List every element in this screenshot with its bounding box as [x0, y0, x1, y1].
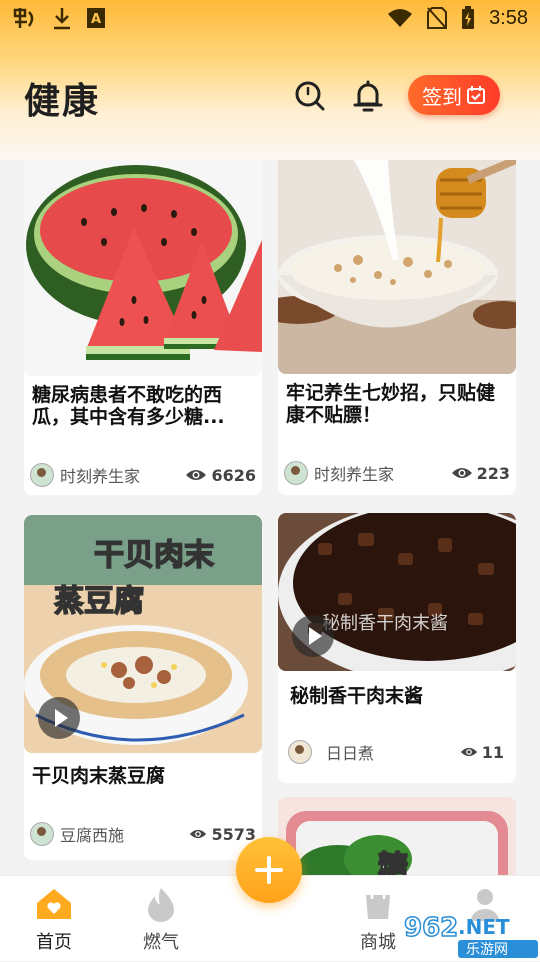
- a-box-icon: A: [87, 8, 105, 28]
- home-icon: [37, 889, 71, 919]
- view-count: 6626: [185, 466, 256, 485]
- wifi-icon: [388, 9, 413, 27]
- view-count: 223: [451, 464, 510, 483]
- nav-item-gas[interactable]: 燃气: [126, 886, 196, 954]
- avatar[interactable]: [288, 740, 312, 764]
- download-icon: [54, 8, 70, 30]
- author-name[interactable]: 日日煮: [326, 740, 374, 764]
- app-notification-icon: [13, 8, 34, 28]
- video-overlay-text: 干贝肉末: [94, 538, 214, 573]
- eye-icon: [190, 829, 207, 839]
- view-count-value: 223: [476, 463, 510, 483]
- avatar[interactable]: [30, 822, 54, 846]
- flame-icon: [148, 888, 174, 922]
- avatar[interactable]: [284, 461, 308, 485]
- card-video-tofu[interactable]: 干贝肉末 蒸豆腐: [24, 515, 262, 753]
- calendar-check-icon: [467, 86, 485, 104]
- check-in-label: 签到: [422, 84, 462, 109]
- avatar[interactable]: [30, 463, 54, 487]
- status-bar: A 3:58: [0, 0, 540, 38]
- card-image-greens[interactable]: 糖: [278, 797, 516, 875]
- battery-charging-icon: [462, 6, 475, 29]
- page-title: 健康: [24, 81, 101, 122]
- feed-card[interactable]: 干贝肉末 蒸豆腐 干贝肉末蒸豆腐 豆腐西施 5573: [24, 515, 262, 860]
- watermark-number: 962: [404, 913, 458, 943]
- add-button[interactable]: [236, 837, 302, 903]
- eye-icon: [451, 468, 472, 478]
- notification-button[interactable]: [348, 76, 388, 116]
- svg-text:A: A: [91, 12, 101, 27]
- card-title[interactable]: 干贝肉末蒸豆腐: [32, 765, 254, 787]
- play-button[interactable]: [292, 615, 334, 657]
- feed-card[interactable]: 牢记养生七妙招，只贴健康不贴膘！ 时刻养生家 223: [278, 150, 516, 495]
- card-meta: 日日煮 11: [288, 739, 504, 765]
- watermark-sitename: 乐游网: [466, 942, 508, 958]
- card-title[interactable]: 牢记养生七妙招，只贴健康不贴膘！: [286, 382, 508, 426]
- watermark-domain: .NET: [458, 915, 510, 939]
- search-icon: [295, 81, 325, 111]
- card-meta: 豆腐西施 5573: [30, 821, 256, 847]
- view-count: 11: [460, 743, 504, 762]
- bell-icon: [353, 80, 383, 112]
- site-watermark: 962 .NET 乐游网: [400, 910, 540, 958]
- author-name[interactable]: 时刻养生家: [314, 461, 394, 485]
- eye-icon: [186, 470, 207, 480]
- play-button[interactable]: [38, 697, 80, 739]
- check-in-button[interactable]: 签到: [408, 75, 500, 115]
- header: 健康 签到: [0, 60, 540, 140]
- card-meta: 时刻养生家 6626: [30, 462, 256, 488]
- eye-icon: [460, 747, 477, 757]
- plus-icon: [255, 856, 283, 884]
- author-name[interactable]: 时刻养生家: [60, 463, 140, 487]
- nav-item-home[interactable]: 首页: [19, 886, 89, 954]
- video-overlay-text: 糖: [378, 850, 408, 875]
- card-title[interactable]: 秘制香干肉末酱: [290, 685, 508, 707]
- no-sim-icon: [427, 7, 448, 29]
- search-button[interactable]: [290, 76, 330, 116]
- video-overlay-text: 秘制香干肉末酱: [322, 613, 448, 634]
- card-image-oatmeal[interactable]: [278, 150, 516, 374]
- nav-label: 首页: [36, 932, 72, 953]
- view-count: 5573: [189, 825, 256, 844]
- shopping-bag-icon: [366, 887, 390, 919]
- view-count-value: 6626: [211, 465, 256, 485]
- card-video-sauce[interactable]: 秘制香干肉末酱: [278, 513, 516, 671]
- feed-card[interactable]: 糖尿病患者不敢吃的西瓜，其中含有多少糖... 时刻养生家 6626: [24, 150, 262, 495]
- clock: 3:58: [489, 6, 528, 29]
- author-name[interactable]: 豆腐西施: [60, 822, 124, 846]
- feed-card[interactable]: 秘制香干肉末酱 秘制香干肉末酱 日日煮 11: [278, 513, 516, 783]
- view-count-value: 5573: [211, 824, 256, 844]
- card-image-watermelon[interactable]: [24, 150, 262, 376]
- card-title[interactable]: 糖尿病患者不敢吃的西瓜，其中含有多少糖...: [32, 384, 254, 428]
- view-count-value: 11: [481, 742, 504, 762]
- card-meta: 时刻养生家 223: [284, 460, 510, 486]
- feed-card[interactable]: 糖: [278, 797, 516, 875]
- video-overlay-text: 蒸豆腐: [54, 584, 144, 619]
- nav-label: 燃气: [143, 932, 179, 953]
